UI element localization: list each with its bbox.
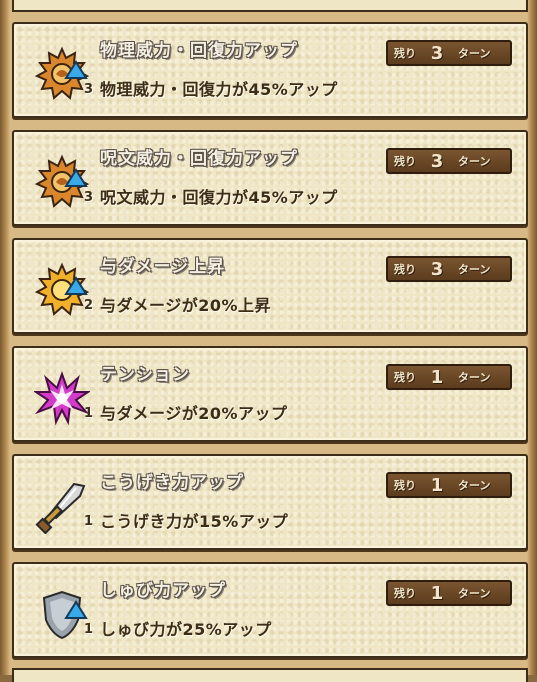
turns-count: 3 [430,258,444,280]
turns-count: 1 [430,474,444,496]
buff-card[interactable]: 1 テンション 与ダメージが20%アップ 残り 1 ターン [12,346,528,442]
spiked-orb-icon [34,154,90,210]
turns-count: 3 [430,42,444,64]
turns-remaining-badge: 残り 1 ターン [386,580,512,606]
buff-card[interactable]: 1 しゅび力アップ しゅび力が25%アップ 残り 1 ターン [12,562,528,658]
buff-card[interactable]: 3 呪文威力・回復力アップ 呪文威力・回復力が45%アップ 残り 3 ターン [12,130,528,226]
turns-prefix: 残り [394,371,416,384]
turns-remaining-badge: 残り 3 ターン [386,256,512,282]
sword-icon [34,478,90,534]
buff-description: しゅび力が25%アップ [100,620,272,639]
buff-title: 呪文威力・回復力アップ [100,149,298,169]
shield-icon [34,586,90,642]
buff-description: 与ダメージが20%アップ [100,404,288,423]
turns-count: 3 [430,150,444,172]
buff-description: 呪文威力・回復力が45%アップ [100,188,338,207]
turns-remaining-badge: 残り 1 ターン [386,472,512,498]
buff-card[interactable]: 3 物理威力・回復力アップ 物理威力・回復力が45%アップ 残り 3 ターン [12,22,528,118]
turns-prefix: 残り [394,587,416,600]
turns-suffix: ターン [458,371,491,384]
turns-count: 1 [430,366,444,388]
stack-count: 3 [84,190,94,205]
turns-remaining-badge: 残り 1 ターン [386,364,512,390]
buff-description: 与ダメージが20%上昇 [100,296,271,315]
stack-count: 1 [84,514,94,529]
buff-title: 物理威力・回復力アップ [100,41,298,61]
spiked-orb-icon [34,46,90,102]
turns-remaining-badge: 残り 3 ターン [386,148,512,174]
turns-suffix: ターン [458,479,491,492]
turns-prefix: 残り [394,479,416,492]
buff-title: しゅび力アップ [100,581,226,601]
turns-suffix: ターン [458,155,491,168]
buff-description: 物理威力・回復力が45%アップ [100,80,338,99]
buff-description: こうげき力が15%アップ [100,512,289,531]
stack-count: 1 [84,622,94,637]
stack-count: 1 [84,406,94,421]
turns-count: 1 [430,582,444,604]
spiked-orb-icon [34,262,90,318]
stack-count: 3 [84,82,94,97]
buff-list[interactable]: 3 物理威力・回復力アップ 物理威力・回復力が45%アップ 残り 3 ターン 3… [0,0,537,675]
turns-suffix: ターン [458,587,491,600]
turns-prefix: 残り [394,155,416,168]
buff-card[interactable]: 2 与ダメージ上昇 与ダメージが20%上昇 残り 3 ターン [12,238,528,334]
next-card-edge [12,668,528,682]
buff-title: 与ダメージ上昇 [100,257,226,277]
turns-suffix: ターン [458,263,491,276]
buff-card[interactable]: 1 こうげき力アップ こうげき力が15%アップ 残り 1 ターン [12,454,528,550]
turns-remaining-badge: 残り 3 ターン [386,40,512,66]
buff-title: こうげき力アップ [100,473,244,493]
stack-count: 2 [84,298,94,313]
turns-prefix: 残り [394,263,416,276]
tension-burst-icon [34,370,90,426]
buff-title: テンション [100,365,190,385]
turns-suffix: ターン [458,47,491,60]
turns-prefix: 残り [394,47,416,60]
